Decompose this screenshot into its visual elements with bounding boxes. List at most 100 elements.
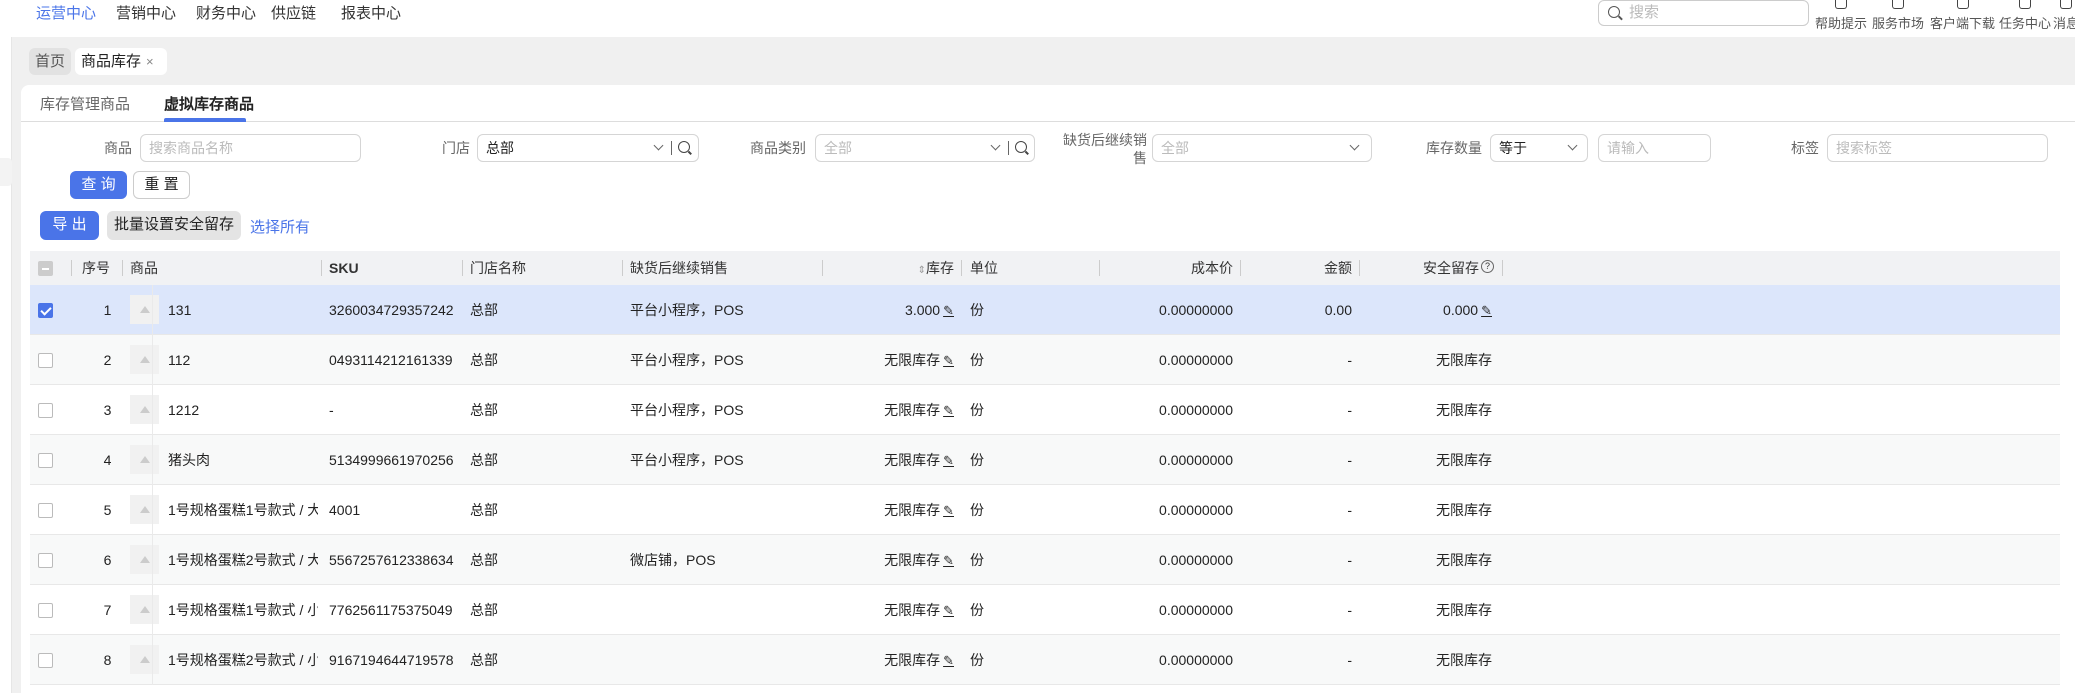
table-row[interactable]: 6 1号规格蛋糕2号款式 / 大 5567257612338634 总部 微店铺，POS… [30,535,2060,585]
chevron-down-icon [653,140,664,151]
reset-button[interactable]: 重 置 [133,171,190,199]
cell-amount: - [1282,535,1352,585]
page-tab-inventory[interactable]: 商品库存 × [75,48,167,75]
table-row[interactable]: 2 112 0493114212161339 总部 平台小程序，POS 无限库存 ✎ 份 0.0… [30,335,2060,385]
row-checkbox[interactable] [38,603,53,618]
cell-unit: 份 [970,435,1030,485]
row-checkbox[interactable] [38,553,53,568]
cell-continue-sale [630,585,810,635]
sub-tabs [21,85,2075,122]
help-icon[interactable]: ? [1481,260,1494,273]
sort-icon[interactable]: ⇕ [918,265,926,276]
continue-sale-select[interactable]: 全部 [1152,134,1372,162]
header-stock[interactable]: ⇕库存 [900,251,954,285]
cell-continue-sale [630,635,810,685]
operator-value: 等于 [1499,140,1527,156]
product-value: 131 [168,302,192,318]
client-download-button[interactable]: 客户端下载 [1930,0,1995,32]
edit-icon[interactable]: ✎ [943,286,954,335]
edit-icon[interactable]: ✎ [943,436,954,485]
table-row[interactable]: 3 1212- 总部 平台小程序，POS 无限库存 ✎ 份 0.00000000- 无限库存 [30,385,2060,435]
messages-button[interactable]: 消息 [2053,0,2075,32]
edit-icon[interactable]: ✎ [1481,286,1492,335]
row-checkbox[interactable] [38,453,53,468]
stock-qty-input[interactable]: 请输入 [1598,134,1711,162]
global-search-input[interactable]: 搜索 [1598,0,1809,26]
sidebar-toggle[interactable] [0,158,12,186]
select-all-link[interactable]: 选择所有 [250,216,310,237]
row-checkbox[interactable] [38,403,53,418]
tab-virtual-inventory[interactable]: 虚拟库存商品 [164,95,254,115]
help-tips-button[interactable]: 帮助提示 [1815,0,1867,32]
cell-index: 2 [90,335,125,385]
tag-search-input[interactable]: 搜索标签 [1827,134,2048,162]
query-button[interactable]: 查 询 [70,171,127,199]
tab-managed-inventory[interactable]: 库存管理商品 [40,95,130,115]
product-image-placeholder-icon [130,545,159,574]
cell-unit: 份 [970,585,1030,635]
header-product: 商品 [130,260,158,276]
category-select[interactable]: 全部 [815,134,1035,162]
table-row[interactable]: 1 131 3260034729357242 总部 平台小程序，POS 3.000 ✎ 份 0.… [30,285,2060,335]
nav-reports[interactable]: 报表中心 [341,3,401,25]
batch-safety-stock-button[interactable]: 批量设置安全留存 [107,211,241,240]
cell-unit: 份 [970,535,1030,585]
cell-safety: 无限库存 [1392,485,1492,535]
header-stock-label: 库存 [926,260,954,276]
export-button[interactable]: 导 出 [40,211,99,240]
amount-value: - [1347,652,1352,668]
row-checkbox[interactable] [38,353,53,368]
task-center-button[interactable]: 任务中心 [1999,0,2051,32]
nav-marketing[interactable]: 营销中心 [116,3,176,25]
amount-value: - [1347,402,1352,418]
edit-icon[interactable]: ✎ [943,586,954,635]
safety-value: 无限库存 [1436,452,1492,468]
cost-value: 0.00000000 [1159,302,1233,318]
table-row[interactable]: 7 1号规格蛋糕1号款式 / 小 7762561175375049 总部 无限库存 ✎ 份 0… [30,585,2060,635]
stock-value: 3.000 [905,302,941,318]
sku-value: 9167194644719578 [329,652,454,668]
cell-amount: - [1282,585,1352,635]
row-checkbox[interactable] [38,653,53,668]
row-checkbox[interactable] [38,503,53,518]
amount-value: - [1347,602,1352,618]
cell-safety: 0.000 ✎ [1392,285,1492,335]
select-all-checkbox[interactable] [38,261,53,276]
tab-label: 商品库存 [81,53,142,70]
edit-icon[interactable]: ✎ [943,636,954,685]
nav-supply-chain[interactable]: 供应链 [271,3,316,25]
nav-finance[interactable]: 财务中心 [196,3,256,25]
cell-product: 1号规格蛋糕1号款式 / 小 [168,585,318,635]
search-icon[interactable] [678,141,690,153]
tool-label: 客户端下载 [1930,16,1996,31]
stock-operator-select[interactable]: 等于 [1490,134,1588,162]
safety-value: 0.000 [1443,302,1479,318]
nav-operations[interactable]: 运营中心 [36,3,96,25]
product-image-placeholder-icon [130,295,159,324]
edit-icon[interactable]: ✎ [943,336,954,385]
index-value: 2 [103,352,112,368]
page-tab-home[interactable]: 首页 [29,48,71,75]
cell-stock: 无限库存 ✎ [850,335,954,385]
edit-icon[interactable]: ✎ [943,536,954,585]
edit-icon[interactable]: ✎ [943,486,954,535]
service-market-button[interactable]: 服务市场 [1872,0,1924,32]
download-icon [1956,0,1969,9]
close-icon[interactable]: × [146,54,154,69]
index-value: 4 [103,452,112,468]
cell-unit: 份 [970,335,1030,385]
table-row[interactable]: 4 猪头肉 5134999661970256 总部 平台小程序，POS 无限库存 ✎ 份 0.0… [30,435,2060,485]
table-row[interactable]: 8 1号规格蛋糕2号款式 / 小 9167194644719578 总部 无限库存 ✎ 份 0… [30,635,2060,685]
cost-value: 0.00000000 [1159,652,1233,668]
product-value: 112 [168,352,191,368]
cell-sku: 5134999661970256 [329,435,469,485]
table-row[interactable]: 5 1号规格蛋糕1号款式 / 大 4001 总部 无限库存 ✎ 份 0.00000000- 无限… [30,485,2060,535]
edit-icon[interactable]: ✎ [943,386,954,435]
stock-value: 无限库存 [884,352,941,368]
store-select[interactable]: 总部 [477,134,699,162]
row-checkbox[interactable] [38,303,53,318]
cost-value: 0.00000000 [1159,402,1233,418]
search-icon[interactable] [1015,141,1027,153]
cell-cost: 0.00000000 [1133,585,1233,635]
product-search-input[interactable]: 搜索商品名称 [140,134,361,162]
